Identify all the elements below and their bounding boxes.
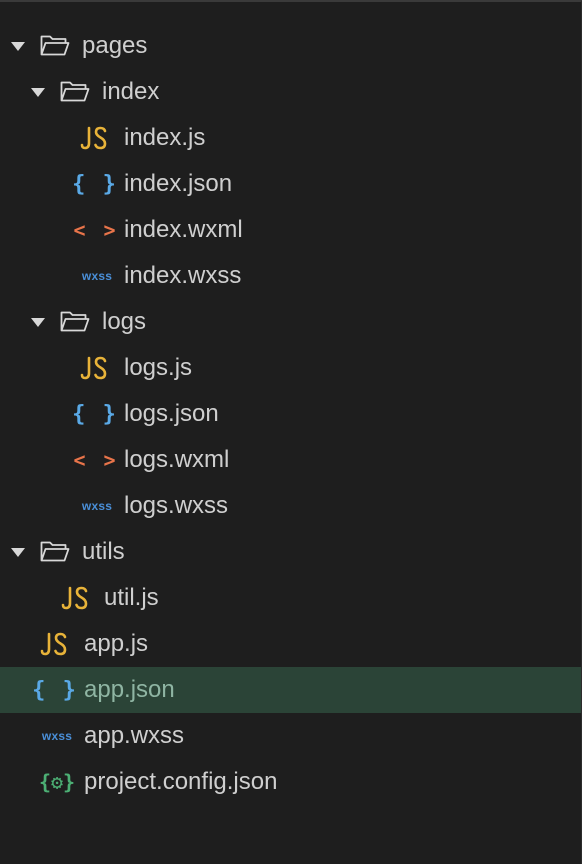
json-file-icon: { } (72, 401, 118, 427)
tree-item-label: logs.wxml (124, 446, 230, 473)
tree-item-label: util.js (104, 584, 159, 611)
file-row[interactable]: { } index.json (0, 161, 581, 207)
file-row[interactable]: < > index.wxml (0, 207, 581, 253)
folder-open-icon (60, 310, 90, 332)
tree-item-label: index (102, 78, 160, 105)
file-row[interactable]: {⚙} project.config.json (0, 759, 581, 805)
tree-item-label: index.json (124, 170, 233, 197)
tree-item-label: index.wxml (124, 216, 243, 243)
file-row[interactable]: wxss app.wxss (0, 713, 581, 759)
chevron-down-icon[interactable] (11, 548, 25, 557)
tree-item-label: logs.json (124, 400, 219, 427)
file-row[interactable]: { } app.json (0, 667, 581, 713)
file-row[interactable]: { } logs.json (0, 391, 581, 437)
file-row[interactable]: wxss index.wxss (0, 253, 581, 299)
folder-row[interactable]: index (0, 69, 581, 115)
folder-row[interactable]: logs (0, 299, 581, 345)
chevron-down-icon[interactable] (11, 42, 25, 51)
folder-open-icon (40, 34, 70, 56)
tree-item-label: app.wxss (84, 722, 185, 749)
file-row[interactable]: logs.js (0, 345, 581, 391)
folder-open-icon (60, 80, 90, 102)
chevron-down-icon[interactable] (31, 318, 45, 327)
json-file-icon: { } (32, 677, 78, 703)
file-row[interactable]: < > logs.wxml (0, 437, 581, 483)
tree-item-label: app.js (84, 630, 149, 657)
chevron-down-icon[interactable] (31, 88, 45, 97)
tree-item-label: index.js (124, 124, 206, 151)
file-row[interactable]: app.js (0, 621, 581, 667)
wxml-file-icon: < > (73, 448, 119, 472)
tree-item-label: logs (102, 308, 147, 335)
js-file-icon (40, 621, 68, 667)
tree-item-label: logs.wxss (124, 492, 229, 519)
js-file-icon (80, 345, 108, 391)
js-file-icon (61, 575, 89, 621)
folder-row[interactable]: pages (0, 23, 581, 69)
file-row[interactable]: index.js (0, 115, 581, 161)
tree-item-label: app.json (84, 676, 175, 703)
file-explorer-panel: pages index index.js{ } index.json < > index.… (0, 0, 582, 864)
file-row[interactable]: wxss logs.wxss (0, 483, 581, 529)
wxml-file-icon: < > (73, 218, 119, 242)
folder-open-icon (40, 540, 70, 562)
config-file-icon: {⚙} (38, 770, 76, 794)
tree-item-label: utils (82, 538, 125, 565)
file-row[interactable]: util.js (0, 575, 581, 621)
tree-item-label: index.wxss (124, 262, 242, 289)
wxss-file-icon: wxss (81, 269, 113, 283)
folder-row[interactable]: utils (0, 529, 581, 575)
json-file-icon: { } (72, 171, 118, 197)
tree-item-label: logs.js (124, 354, 193, 381)
file-tree: pages index index.js{ } index.json < > index.… (0, 23, 581, 805)
js-file-icon (80, 115, 108, 161)
wxss-file-icon: wxss (81, 499, 113, 513)
tree-item-label: pages (82, 32, 148, 59)
wxss-file-icon: wxss (41, 729, 73, 743)
tree-item-label: project.config.json (84, 768, 278, 795)
